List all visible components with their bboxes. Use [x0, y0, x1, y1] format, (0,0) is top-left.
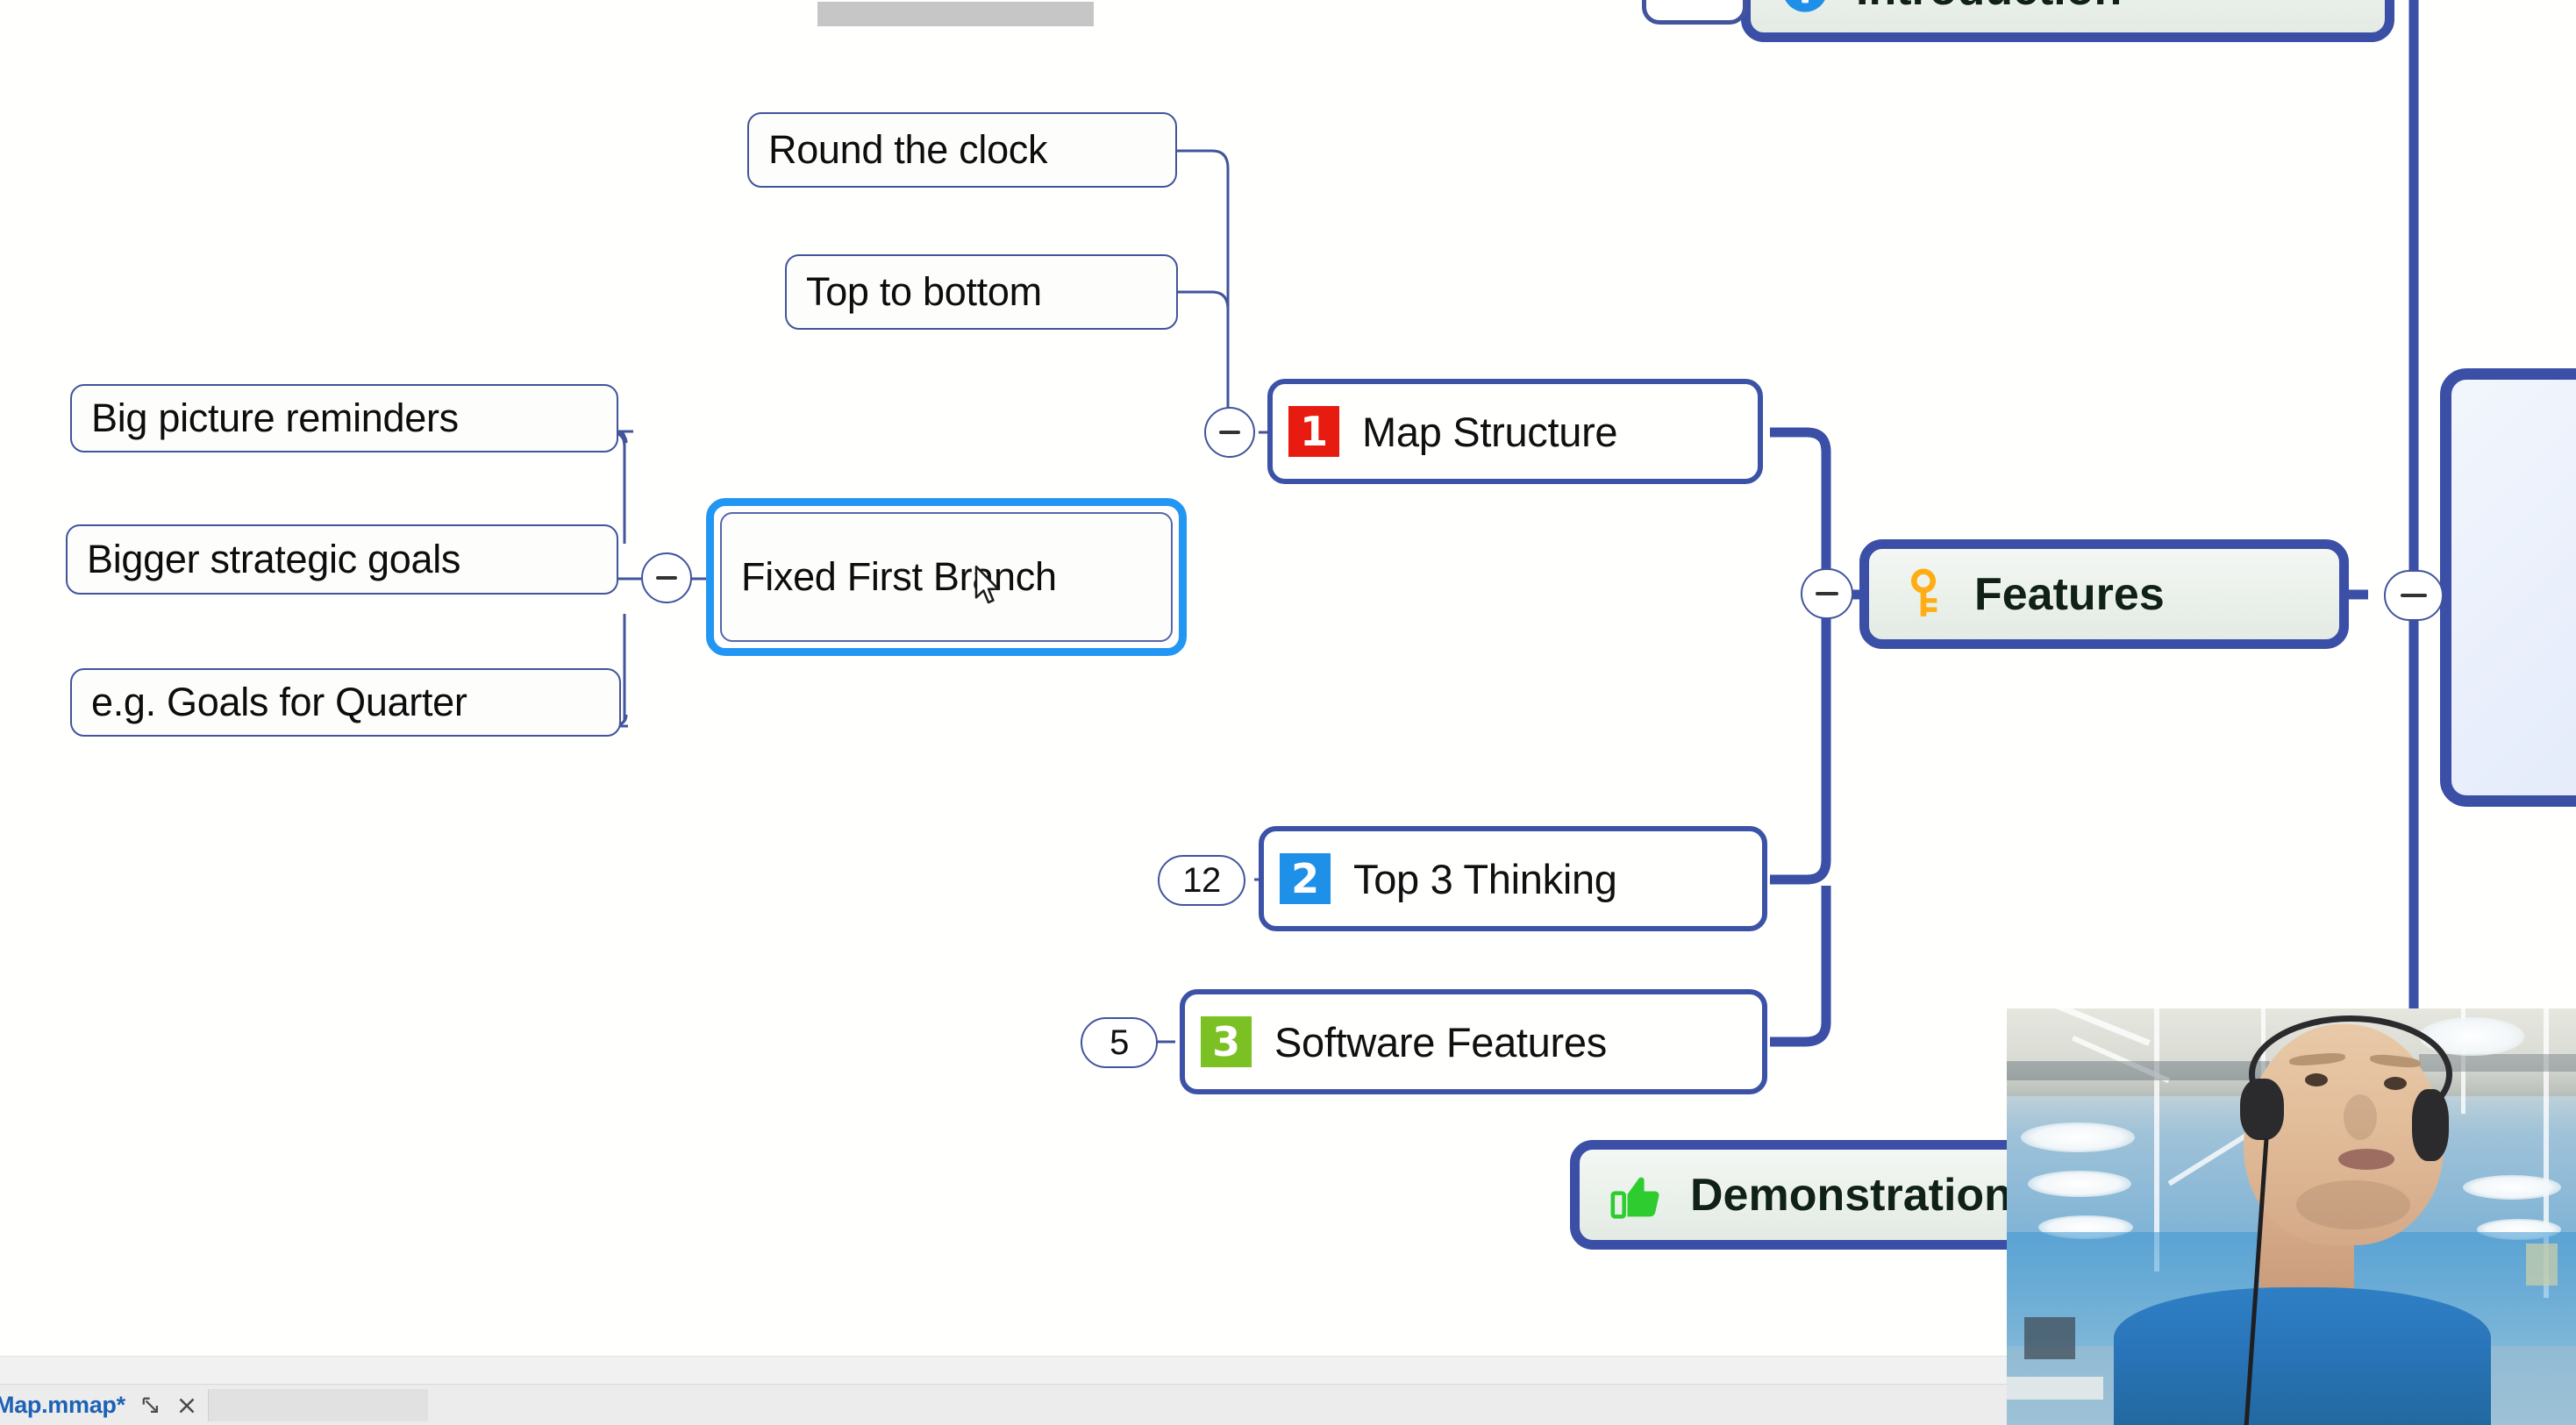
goals-for-quarter-node[interactable]: e.g. Goals for Quarter: [70, 668, 621, 737]
webcam-overlay[interactable]: [2007, 1008, 2576, 1425]
number-badge-2: 2: [1280, 853, 1331, 904]
minus-icon: [655, 576, 678, 580]
collapse-toggle-fixed-first-branch[interactable]: [641, 552, 692, 603]
node-label: Bigger strategic goals: [87, 537, 461, 581]
node-label: Top 3 Thinking: [1353, 855, 1617, 902]
number-badge-1: 1: [1288, 406, 1339, 457]
node-label: Big picture reminders: [91, 395, 459, 440]
bigger-strategic-goals-node[interactable]: Bigger strategic goals: [66, 524, 618, 595]
presenter-torso: [2114, 1287, 2491, 1425]
node-label: Demonstration: [1690, 1169, 2012, 1221]
collapse-toggle-map-structure[interactable]: [1204, 407, 1255, 458]
collapse-toggle-features[interactable]: [1801, 568, 1853, 619]
child-count-badge-software-features[interactable]: 5: [1081, 1017, 1158, 1068]
wall-art: [2526, 1243, 2558, 1286]
ceiling-lamp: [2463, 1175, 2561, 1200]
round-the-clock-node[interactable]: Round the clock: [747, 112, 1177, 188]
thumbs-up-icon: [1609, 1168, 1664, 1222]
key-icon: [1899, 567, 1948, 622]
fixed-first-branch-node[interactable]: Fixed First Branch: [706, 498, 1187, 656]
document-tab-label: Map.mmap*: [0, 1392, 125, 1418]
software-features-node[interactable]: 3 Software Features: [1180, 989, 1767, 1094]
collapse-toggle-introduction[interactable]: [1642, 0, 1747, 25]
eye-left: [2305, 1073, 2328, 1087]
child-count-label: 12: [1182, 860, 1221, 900]
mouth: [2338, 1149, 2394, 1170]
taskbar-empty-slot: [207, 1389, 428, 1421]
top-to-bottom-node[interactable]: Top to bottom: [785, 254, 1178, 330]
close-icon[interactable]: [176, 1395, 197, 1416]
node-label: e.g. Goals for Quarter: [91, 680, 467, 724]
info-icon: [1780, 0, 1830, 14]
minus-icon: [2401, 594, 2427, 597]
top-3-thinking-node[interactable]: 2 Top 3 Thinking: [1259, 826, 1767, 931]
monitor: [2024, 1317, 2075, 1359]
node-label: Fixed First Branch: [741, 554, 1057, 599]
map-structure-node[interactable]: 1 Map Structure: [1267, 379, 1763, 484]
headset-earcup-right: [2412, 1089, 2449, 1161]
restore-window-icon[interactable]: [141, 1396, 161, 1415]
node-label: Round the clock: [768, 127, 1048, 172]
number-badge-3: 3: [1201, 1016, 1252, 1067]
node-label: Top to bottom: [806, 269, 1042, 314]
big-picture-reminders-node[interactable]: Big picture reminders: [70, 384, 618, 452]
node-label: Introduction: [1856, 0, 2122, 16]
headset-earcup-left: [2240, 1079, 2284, 1140]
horizontal-scrollbar-thumb[interactable]: [817, 2, 1094, 26]
child-count-label: 5: [1110, 1022, 1129, 1062]
ceiling-lamp: [2028, 1171, 2131, 1197]
document-tab[interactable]: Map.mmap*: [0, 1392, 197, 1419]
minus-icon: [1816, 592, 1838, 595]
ceiling-duct: [2007, 1061, 2270, 1080]
node-label: Software Features: [1274, 1018, 1607, 1065]
chin-shadow: [2296, 1180, 2410, 1229]
child-count-badge-top-3-thinking[interactable]: 12: [1158, 855, 1245, 906]
application-window: Big picture reminders Bigger strategic g…: [0, 0, 2576, 1425]
node-label: Features: [1974, 568, 2165, 620]
collapse-toggle-central[interactable]: [2384, 570, 2444, 621]
central-topic-node[interactable]: [2440, 368, 2576, 807]
node-label: Map Structure: [1362, 408, 1618, 455]
features-node[interactable]: Features: [1859, 539, 2349, 649]
desk: [2007, 1377, 2103, 1400]
introduction-node[interactable]: Introduction: [1741, 0, 2394, 42]
nose-shadow: [2344, 1094, 2377, 1140]
minus-icon: [1218, 431, 1241, 434]
eye-right: [2384, 1077, 2407, 1090]
ceiling-lamp: [2021, 1122, 2135, 1152]
